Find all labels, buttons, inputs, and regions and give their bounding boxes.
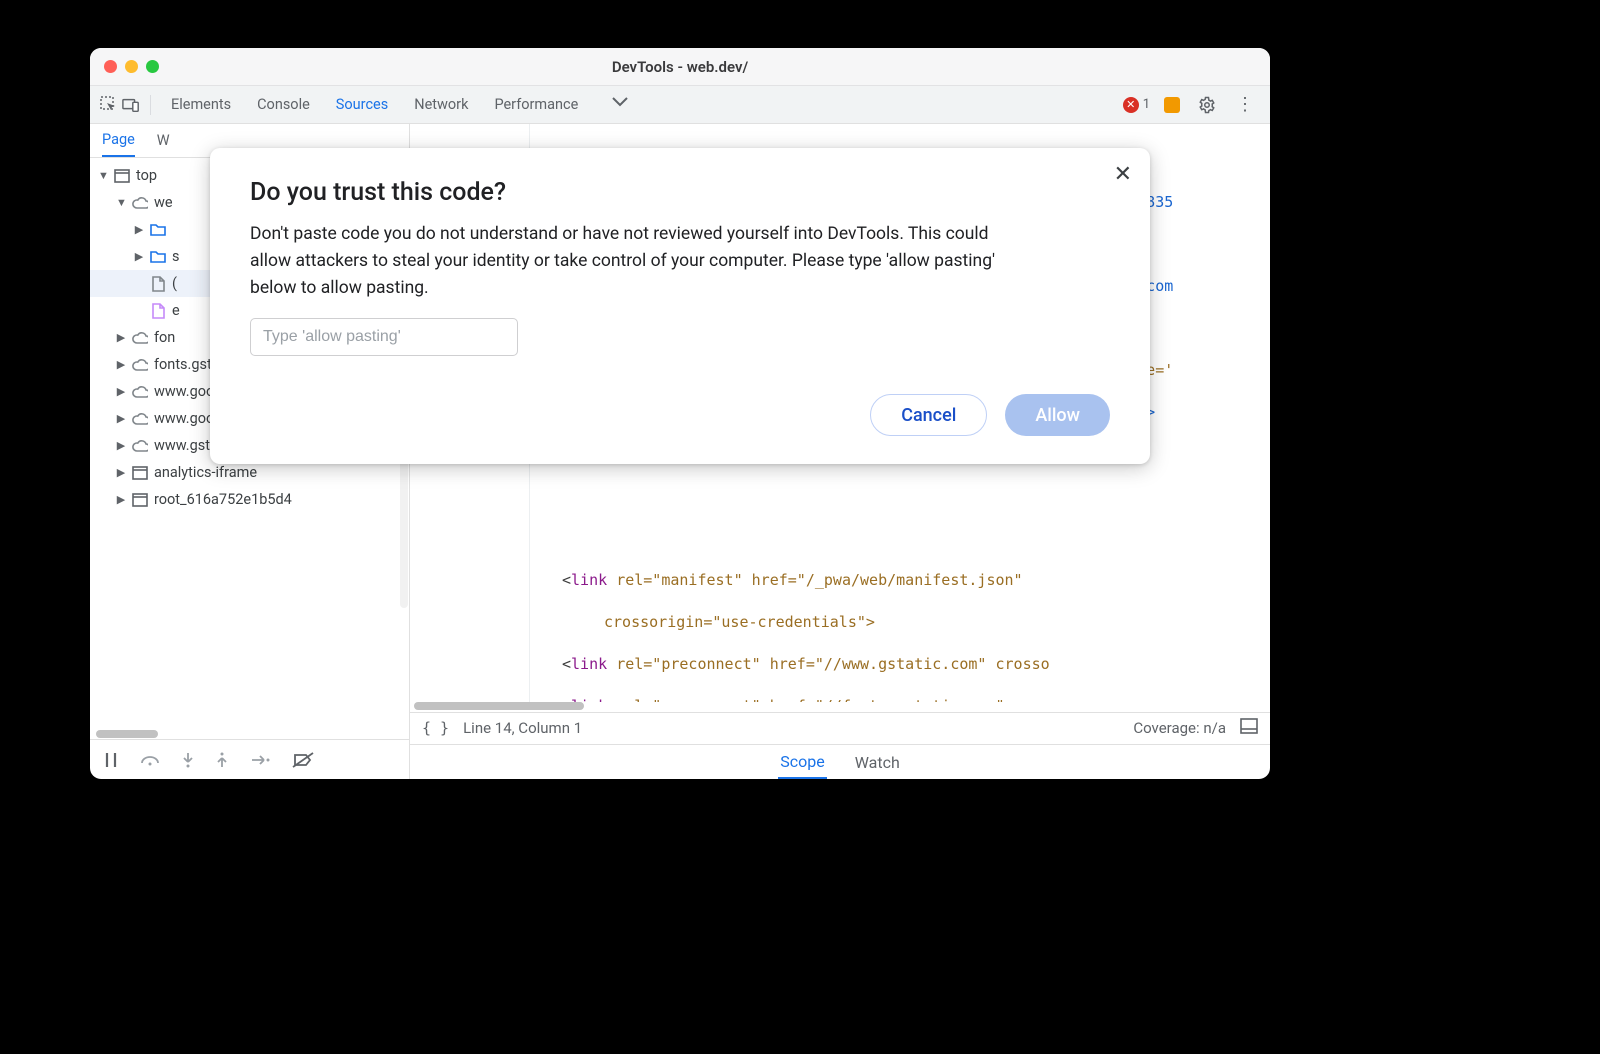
- cloud-icon: [132, 438, 148, 454]
- more-tabs-icon[interactable]: [612, 96, 630, 113]
- minimize-window-button[interactable]: [125, 60, 138, 73]
- cloud-icon: [132, 411, 148, 427]
- chevron-right-icon[interactable]: ▶: [116, 385, 126, 398]
- window-title: DevTools - web.dev/: [90, 58, 1270, 76]
- device-toggle-icon[interactable]: [122, 96, 140, 114]
- chevron-down-icon[interactable]: ▼: [116, 196, 126, 209]
- main-toolbar: Elements Console Sources Network Perform…: [90, 86, 1270, 124]
- warn-icon: [1164, 97, 1180, 113]
- devtools-window: DevTools - web.dev/ Elements Console Sou…: [90, 48, 1270, 779]
- tree-item-label: analytics-iframe: [154, 464, 257, 481]
- editor-status-bar: { } Line 14, Column 1 Coverage: n/a: [410, 712, 1270, 745]
- tree-item-label: root_616a752e1b5d4: [154, 491, 292, 508]
- chevron-down-icon[interactable]: ▼: [98, 169, 108, 182]
- kebab-menu-icon[interactable]: ⋮: [1230, 94, 1260, 115]
- pretty-print-icon[interactable]: { }: [422, 719, 449, 737]
- navigator-tab-page[interactable]: Page: [102, 124, 135, 157]
- divider: [150, 95, 151, 115]
- error-icon: ✕: [1123, 97, 1139, 113]
- frame-icon: [132, 492, 148, 508]
- chevron-right-icon[interactable]: ▶: [116, 331, 126, 344]
- tree-item-label: we: [154, 194, 173, 211]
- editor-vscrollbar[interactable]: [1260, 124, 1268, 702]
- allow-pasting-input[interactable]: [250, 318, 518, 356]
- folder-icon: [150, 222, 166, 238]
- dialog-body: Don't paste code you do not understand o…: [250, 221, 1010, 302]
- inspect-icon[interactable]: [100, 96, 118, 114]
- allow-button[interactable]: Allow: [1005, 394, 1110, 436]
- tree-item-label: (: [172, 275, 177, 292]
- frame-icon: [132, 465, 148, 481]
- cloud-icon: [132, 357, 148, 373]
- close-window-button[interactable]: [104, 60, 117, 73]
- cloud-icon: [132, 195, 148, 211]
- dialog-title: Do you trust this code?: [250, 178, 1110, 207]
- file-icon: [150, 276, 166, 292]
- zoom-window-button[interactable]: [146, 60, 159, 73]
- error-count: 1: [1143, 97, 1150, 112]
- navigator-tab-w[interactable]: W: [157, 130, 170, 151]
- chevron-right-icon[interactable]: ▶: [134, 223, 144, 236]
- panel-tabs: Elements Console Sources Network Perform…: [171, 94, 1119, 115]
- deactivate-breakpoints-icon[interactable]: [292, 752, 314, 768]
- filep-icon: [150, 303, 166, 319]
- settings-icon[interactable]: [1198, 96, 1216, 114]
- chevron-right-icon[interactable]: ▶: [116, 412, 126, 425]
- window-controls: [90, 60, 159, 73]
- tree-item-label: fon: [154, 329, 175, 346]
- tab-scope[interactable]: Scope: [778, 746, 826, 779]
- tab-sources[interactable]: Sources: [336, 94, 388, 115]
- chevron-right-icon[interactable]: ▶: [116, 466, 126, 479]
- error-badge[interactable]: ✕ 1: [1123, 97, 1150, 113]
- tab-elements[interactable]: Elements: [171, 94, 231, 115]
- debugger-tabs: Scope Watch: [410, 744, 1270, 779]
- trust-code-dialog: ✕ Do you trust this code? Don't paste co…: [210, 148, 1150, 464]
- tree-item-label: s: [172, 248, 179, 265]
- folder-icon: [150, 249, 166, 265]
- step-icon[interactable]: [250, 754, 270, 766]
- editor-hscrollbar[interactable]: [410, 702, 1270, 711]
- tree-item-label: top: [136, 167, 157, 184]
- tab-network[interactable]: Network: [414, 94, 468, 115]
- cloud-icon: [132, 330, 148, 346]
- coverage-label: Coverage: n/a: [1133, 719, 1226, 737]
- pause-icon[interactable]: [104, 752, 118, 768]
- cloud-icon: [132, 384, 148, 400]
- frame-icon: [114, 168, 130, 184]
- step-into-icon[interactable]: [182, 752, 194, 768]
- cancel-button[interactable]: Cancel: [870, 394, 987, 436]
- chevron-right-icon[interactable]: ▶: [116, 358, 126, 371]
- tab-performance[interactable]: Performance: [494, 94, 578, 115]
- step-over-icon[interactable]: [140, 753, 160, 767]
- tab-console[interactable]: Console: [257, 94, 310, 115]
- titlebar: DevTools - web.dev/: [90, 48, 1270, 86]
- issues-badges: ✕ 1 ⋮: [1123, 94, 1260, 115]
- tree-item-label: e: [172, 302, 180, 319]
- chevron-right-icon[interactable]: ▶: [134, 250, 144, 263]
- tab-watch[interactable]: Watch: [853, 747, 902, 778]
- tree-item[interactable]: ▶ root_616a752e1b5d4: [90, 486, 409, 513]
- warn-badge[interactable]: [1164, 97, 1184, 113]
- dialog-close-icon[interactable]: ✕: [1114, 162, 1132, 187]
- status-collapse-icon[interactable]: [1240, 718, 1258, 738]
- cursor-position: Line 14, Column 1: [463, 719, 582, 737]
- debugger-toolbar: [90, 739, 409, 779]
- step-out-icon[interactable]: [216, 752, 228, 768]
- navigator-hscrollbar[interactable]: [90, 729, 409, 739]
- chevron-right-icon[interactable]: ▶: [116, 493, 126, 506]
- chevron-right-icon[interactable]: ▶: [116, 439, 126, 452]
